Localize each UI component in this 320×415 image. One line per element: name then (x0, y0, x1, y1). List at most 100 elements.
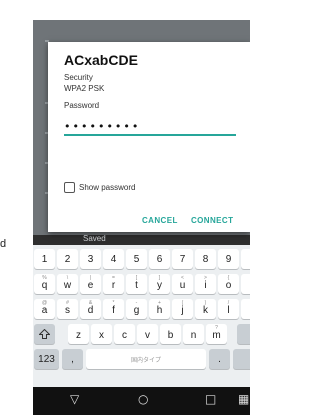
key-label: h (156, 305, 163, 316)
key-u[interactable]: < u (172, 274, 193, 294)
security-label: Security (64, 73, 93, 82)
key-s[interactable]: # s (57, 299, 78, 319)
shift-icon (39, 329, 50, 339)
key-1[interactable]: 1 (34, 249, 55, 269)
back-icon[interactable]: ▽ (70, 392, 79, 406)
password-input[interactable]: ••••••••• (64, 120, 140, 133)
key-label: c (122, 330, 127, 341)
key-5[interactable]: 5 (126, 249, 147, 269)
symbols-key[interactable]: 123 (34, 349, 59, 369)
key-label: j (181, 305, 184, 316)
key-l[interactable]: / l (218, 299, 239, 319)
key-hint: & (88, 300, 93, 306)
key-label: s (65, 305, 70, 316)
period-key[interactable]: . (209, 349, 230, 369)
show-password-label[interactable]: Show password (79, 183, 135, 192)
key-hint: ( (181, 300, 184, 306)
key-hint: - (135, 300, 138, 306)
key-label: w (63, 280, 72, 291)
recents-icon[interactable]: □ (205, 392, 216, 406)
cancel-button[interactable]: CANCEL (142, 216, 178, 225)
home-icon[interactable]: ○ (138, 392, 148, 406)
key-hint: \ (66, 275, 69, 281)
key-hint: ) (204, 300, 207, 306)
key-e[interactable]: | e (80, 274, 101, 294)
key-0-partial[interactable] (241, 249, 250, 269)
key-hint: = (112, 275, 115, 281)
key-hint: # (66, 300, 69, 306)
key-hint: [ (135, 275, 138, 281)
network-name: ACxabCDE (64, 52, 138, 68)
key-v[interactable]: v (137, 324, 158, 344)
key-7[interactable]: 7 (172, 249, 193, 269)
key-p-partial[interactable] (241, 274, 250, 294)
key-label: x (99, 330, 104, 341)
key-hint: % (42, 275, 47, 281)
key-label: b (167, 330, 174, 341)
key-x[interactable]: x (91, 324, 112, 344)
key-hint: < (181, 275, 184, 281)
key-o[interactable]: {o (218, 274, 239, 294)
key-hint: ] (158, 275, 161, 281)
key-label: q (41, 280, 48, 291)
key-label: a (41, 305, 48, 316)
key-f[interactable]: * f (103, 299, 124, 319)
key-label: g (133, 305, 140, 316)
enter-key-partial[interactable] (233, 349, 250, 369)
key-partial[interactable] (241, 299, 250, 319)
key-hint: > (204, 275, 207, 281)
key-label: v (145, 330, 150, 341)
key-t[interactable]: [t (126, 274, 147, 294)
key-y[interactable]: ] y (149, 274, 170, 294)
key-3[interactable]: 3 (80, 249, 101, 269)
saved-network-label: Saved (83, 234, 106, 243)
space-key[interactable]: 国内タイプ (86, 349, 206, 369)
key-j[interactable]: (j (172, 299, 193, 319)
key-label: d (87, 305, 94, 316)
wifi-connect-dialog: ACxabCDE Security WPA2 PSK Password ••••… (48, 42, 250, 232)
key-h[interactable]: + h (149, 299, 170, 319)
key-8[interactable]: 8 (195, 249, 216, 269)
key-a[interactable]: @ a (34, 299, 55, 319)
password-input-underline (64, 134, 236, 136)
show-password-checkbox[interactable] (64, 182, 75, 193)
key-m[interactable]: ? m (206, 324, 227, 344)
key-label: m (212, 330, 221, 341)
phone-screen: ACxabCDE Security WPA2 PSK Password ••••… (33, 20, 250, 415)
keyboard-switch-icon[interactable]: ▦ (238, 392, 249, 406)
key-z[interactable]: z (68, 324, 89, 344)
key-6[interactable]: 6 (149, 249, 170, 269)
key-label: f (112, 305, 115, 316)
security-value: WPA2 PSK (64, 84, 105, 93)
key-hint: + (158, 300, 161, 306)
key-c[interactable]: c (114, 324, 135, 344)
key-k[interactable]: ) k (195, 299, 216, 319)
key-label: t (135, 280, 138, 291)
comma-key[interactable]: , (62, 349, 83, 369)
key-2[interactable]: 2 (57, 249, 78, 269)
key-i[interactable]: > i (195, 274, 216, 294)
password-label: Password (64, 101, 100, 110)
key-n[interactable]: n (183, 324, 204, 344)
backspace-key-partial[interactable] (237, 324, 250, 344)
shift-key[interactable] (34, 324, 55, 344)
key-q[interactable]: % q (34, 274, 55, 294)
key-4[interactable]: 4 (103, 249, 124, 269)
connect-button[interactable]: CONNECT (191, 216, 233, 225)
key-label: r (111, 280, 116, 291)
key-hint: * (112, 300, 115, 306)
key-w[interactable]: \ w (57, 274, 78, 294)
key-hint: { (227, 275, 230, 281)
key-b[interactable]: b (160, 324, 181, 344)
key-d[interactable]: & d (80, 299, 101, 319)
key-hint: ? (215, 325, 218, 331)
key-label: y (157, 280, 162, 291)
key-g[interactable]: -g (126, 299, 147, 319)
navigation-bar: ▽ ○ □ ▦ (33, 387, 250, 415)
key-label: n (190, 330, 197, 341)
outside-text-fragment: d (0, 238, 7, 250)
key-r[interactable]: = r (103, 274, 124, 294)
key-9[interactable]: 9 (218, 249, 239, 269)
key-hint: / (227, 300, 230, 306)
key-label: o (225, 280, 232, 291)
